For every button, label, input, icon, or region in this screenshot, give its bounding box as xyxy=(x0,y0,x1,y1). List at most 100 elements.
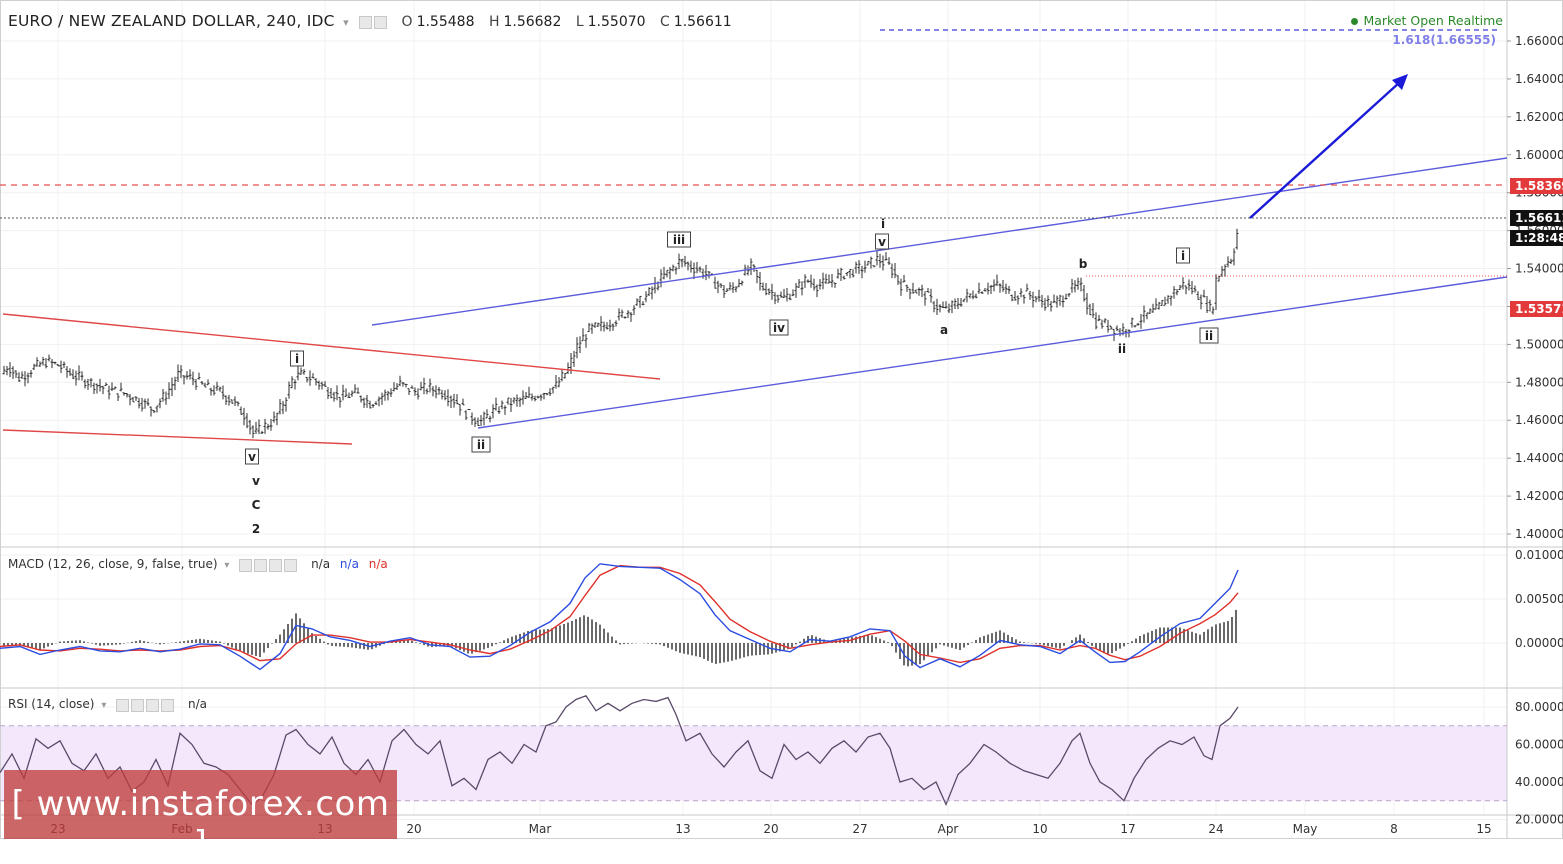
rsi-tick-label: 80.0000 xyxy=(1515,700,1563,714)
macd-dropdown-icon[interactable]: ▾ xyxy=(224,560,229,571)
realtime-text: Realtime xyxy=(1447,13,1503,28)
macd-line-value: n/a xyxy=(339,557,359,571)
rsi-dropdown-icon[interactable]: ▾ xyxy=(101,700,106,711)
price-tick-label: 1.42000 xyxy=(1515,489,1563,503)
price-tick-label: 1.62000 xyxy=(1515,110,1563,124)
header-tools[interactable] xyxy=(359,14,389,30)
wave-label: b xyxy=(1079,257,1088,271)
close-value: 1.56611 xyxy=(673,14,732,30)
macd-title: MACD (12, 26, close, 9, false, true) xyxy=(8,557,218,571)
eye-icon[interactable] xyxy=(359,15,373,29)
time-tick-label: Apr xyxy=(938,822,959,836)
close-label: C xyxy=(660,14,670,30)
price-tick-label: 1.64000 xyxy=(1515,72,1563,86)
wave-label: i xyxy=(295,352,299,366)
eye-icon[interactable] xyxy=(239,558,253,572)
macd-line xyxy=(0,563,1239,671)
time-tick-label: 17 xyxy=(1120,822,1135,836)
wave-label: i xyxy=(881,217,885,231)
time-tick-label: 20 xyxy=(763,822,778,836)
fib-label: 1.618(1.66555) xyxy=(1392,33,1496,47)
market-open-text: Market Open xyxy=(1363,13,1444,28)
forex-chart: 1.618(1.66555)ivvC2iiiiiivivabiiiii 1.66… xyxy=(0,0,1563,839)
symbol-dropdown-icon[interactable]: ▾ xyxy=(343,16,349,29)
downtrend-lower-line xyxy=(2,429,353,445)
price-tick-label: 1.40000 xyxy=(1515,527,1563,541)
wave-label: 2 xyxy=(252,522,260,536)
price-tick-label: 1.66000 xyxy=(1515,34,1563,48)
close-icon[interactable] xyxy=(284,558,298,572)
badge-level-high: 1.58369 xyxy=(1515,179,1563,193)
macd-tick-label: 0.01000 xyxy=(1515,548,1563,562)
macd-tick-label: 0.00500 xyxy=(1515,592,1563,606)
plus-icon[interactable] xyxy=(146,698,160,712)
badge-countdown: 1:28:48 xyxy=(1515,231,1563,245)
rsi-tick-label: 20.0000 xyxy=(1515,813,1563,827)
open-value: 1.55488 xyxy=(416,14,475,30)
signal-line-value: n/a xyxy=(368,557,388,571)
wave-label: v xyxy=(252,474,260,488)
high-label: H xyxy=(488,14,500,30)
grid xyxy=(0,0,1507,820)
time-tick-label: 24 xyxy=(1208,822,1223,836)
time-tick-label: 20 xyxy=(406,822,421,836)
wave-label: ii xyxy=(1118,342,1126,356)
wave-label: v xyxy=(248,450,256,464)
price-tick-label: 1.44000 xyxy=(1515,451,1563,465)
rsi-tick-label: 40.0000 xyxy=(1515,775,1563,789)
time-tick-label: 8 xyxy=(1390,822,1398,836)
wave-label: iv xyxy=(773,321,785,335)
price-tick-label: 1.46000 xyxy=(1515,413,1563,427)
gear-icon[interactable] xyxy=(131,698,145,712)
rsi-value: n/a xyxy=(188,697,208,711)
price-tick-label: 1.54000 xyxy=(1515,262,1563,276)
macd-tick-label: 0.00000 xyxy=(1515,636,1563,650)
plus-icon[interactable] xyxy=(269,558,283,572)
gear-icon[interactable] xyxy=(254,558,268,572)
macd-legend: MACD (12, 26, close, 9, false, true) ▾ n… xyxy=(8,557,388,572)
gear-icon[interactable] xyxy=(374,15,388,29)
open-label: O xyxy=(401,14,413,30)
low-value: 1.55070 xyxy=(587,14,646,30)
chart-border xyxy=(0,0,1563,839)
time-tick-label: 10 xyxy=(1032,822,1047,836)
macd-value: n/a xyxy=(311,557,331,571)
rsi-tools[interactable] xyxy=(116,698,176,712)
badge-level-low: 1.53571 xyxy=(1515,302,1563,316)
wave-label: v xyxy=(878,235,886,249)
macd-panel xyxy=(0,563,1239,671)
wave-label: iii xyxy=(673,233,685,247)
symbol-title: EURO / NEW ZEALAND DOLLAR, 240, IDC xyxy=(8,12,335,30)
high-value: 1.56682 xyxy=(503,14,562,30)
time-tick-label: 27 xyxy=(852,822,867,836)
time-tick-label: 15 xyxy=(1476,822,1491,836)
badge-last-price: 1.56611 xyxy=(1515,211,1563,225)
eye-icon[interactable] xyxy=(116,698,130,712)
lower-channel-line xyxy=(477,276,1508,429)
wave-label: ii xyxy=(477,438,485,452)
market-status: Market Open Realtime xyxy=(1351,13,1503,28)
wave-label: C xyxy=(252,498,261,512)
rsi-legend: RSI (14, close) ▾ n/a xyxy=(8,697,207,712)
wave-label: a xyxy=(940,323,948,337)
price-tick-label: 1.48000 xyxy=(1515,375,1563,389)
low-label: L xyxy=(575,14,584,30)
projection-arrow xyxy=(1249,81,1401,219)
upper-channel-line xyxy=(371,157,1508,326)
price-tick-label: 1.60000 xyxy=(1515,148,1563,162)
wave-label: ii xyxy=(1205,329,1213,343)
status-dot-icon xyxy=(1351,18,1359,25)
price-axis: 1.660001.640001.620001.600001.580001.560… xyxy=(1507,34,1563,827)
rsi-title: RSI (14, close) xyxy=(8,697,95,711)
watermark: [ www.instaforex.com ] xyxy=(4,770,397,864)
wave-label: i xyxy=(1181,249,1185,263)
annotations: 1.618(1.66555)ivvC2iiiiiivivabiiiii xyxy=(0,29,1508,802)
time-tick-label: Mar xyxy=(529,822,552,836)
rsi-tick-label: 60.0000 xyxy=(1515,738,1563,752)
macd-tools[interactable] xyxy=(239,558,299,572)
time-tick-label: 13 xyxy=(675,822,690,836)
close-icon[interactable] xyxy=(161,698,175,712)
watermark-text: [ www.instaforex.com ] xyxy=(11,784,390,864)
downtrend-upper-line xyxy=(2,313,661,380)
price-tick-label: 1.50000 xyxy=(1515,337,1563,351)
